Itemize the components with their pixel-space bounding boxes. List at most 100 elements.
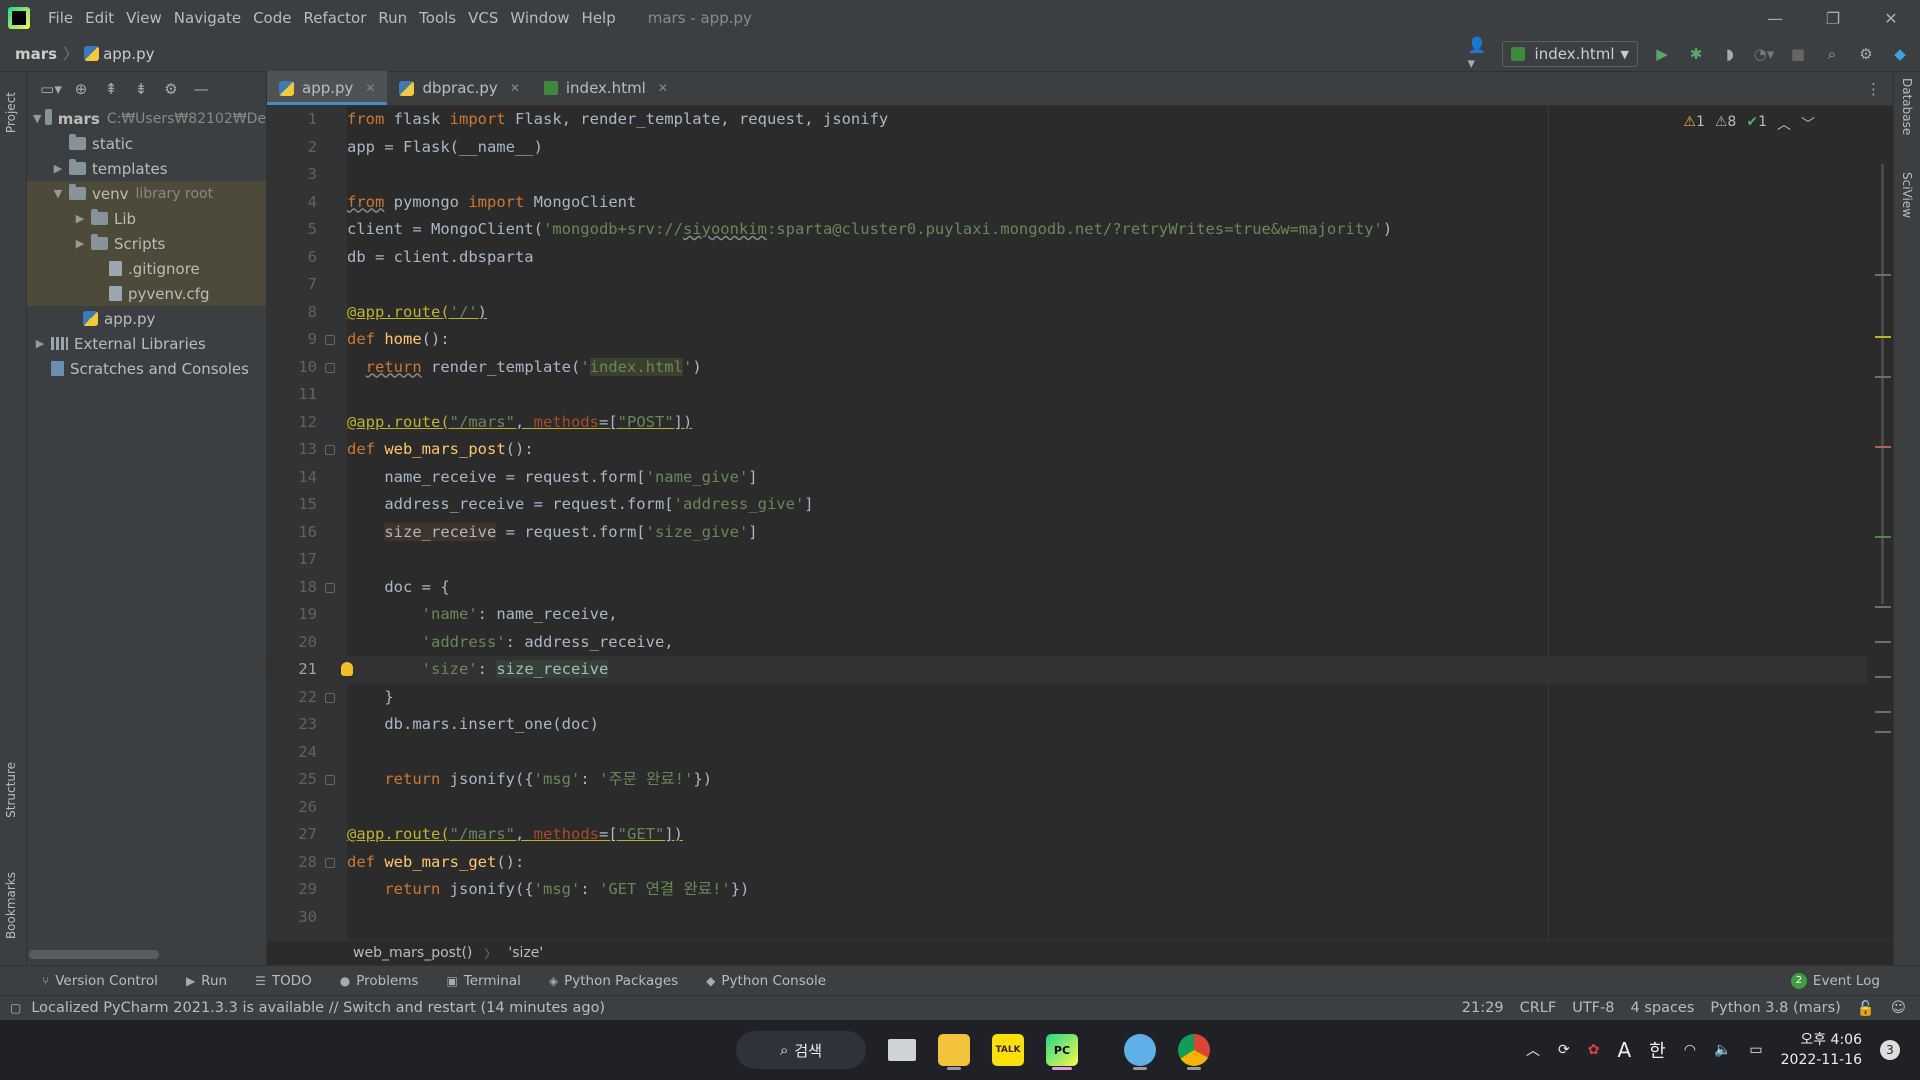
indent-setting[interactable]: 4 spaces: [1630, 1000, 1694, 1016]
user-icon[interactable]: 👤▾: [1468, 36, 1488, 72]
more-icon[interactable]: ⋮: [1866, 80, 1881, 98]
stripe-mark[interactable]: [1875, 536, 1891, 538]
kakaotalk-icon[interactable]: TALK: [992, 1034, 1024, 1066]
language-indicator[interactable]: 한: [1649, 1037, 1666, 1063]
chevron-down-icon[interactable]: ▼: [51, 187, 65, 200]
menu-view[interactable]: View: [120, 9, 168, 27]
menu-navigate[interactable]: Navigate: [168, 9, 247, 27]
project-tool-tab[interactable]: Project: [4, 92, 18, 133]
pycharm-taskbar-icon[interactable]: PC: [1046, 1034, 1078, 1070]
stripe-mark[interactable]: [1875, 641, 1891, 643]
stripe-mark[interactable]: [1875, 731, 1891, 733]
run-config-select[interactable]: index.html ▼: [1501, 41, 1638, 67]
menu-tools[interactable]: Tools: [413, 9, 462, 27]
chevron-up-icon[interactable]: ︿: [1526, 1040, 1540, 1060]
breadcrumb-file[interactable]: app.py: [103, 45, 154, 63]
clock[interactable]: 오후 4:06 2022-11-16: [1781, 1030, 1862, 1070]
stripe-mark[interactable]: [1875, 376, 1891, 378]
tree-item-app[interactable]: app.py: [27, 306, 266, 331]
menu-code[interactable]: Code: [247, 9, 297, 27]
debug-icon[interactable]: ✱: [1686, 44, 1706, 64]
tree-item-external-libraries[interactable]: ▶ External Libraries: [27, 331, 266, 356]
todo-button[interactable]: ☰ TODO: [255, 973, 312, 989]
breadcrumb-key[interactable]: 'size': [508, 945, 543, 961]
tab-index-html[interactable]: index.html ✕: [532, 71, 680, 105]
database-tool-tab[interactable]: Database: [1900, 78, 1914, 135]
stripe-mark[interactable]: [1875, 446, 1891, 448]
caret-position[interactable]: 21:29: [1462, 1000, 1504, 1016]
tree-item-root[interactable]: ▼ mars C:₩Users₩82102₩De: [27, 106, 266, 131]
fold-icon[interactable]: [325, 583, 335, 593]
sync-icon[interactable]: ⟳: [1558, 1042, 1570, 1058]
tree-item-pyvenv[interactable]: pyvenv.cfg: [27, 281, 266, 306]
stripe-mark[interactable]: [1875, 606, 1891, 608]
menu-edit[interactable]: Edit: [79, 9, 120, 27]
view-mode-icon[interactable]: ▭▾: [40, 79, 62, 99]
menu-refactor[interactable]: Refactor: [297, 9, 372, 27]
tree-item-static[interactable]: static: [27, 131, 266, 156]
paint-app-icon[interactable]: [1124, 1034, 1156, 1070]
task-view-icon[interactable]: [888, 1039, 916, 1061]
inspector-icon[interactable]: ☺: [1891, 1000, 1906, 1016]
battery-icon[interactable]: ▭: [1749, 1042, 1762, 1058]
close-icon[interactable]: ✕: [365, 81, 375, 95]
code-area[interactable]: ⚠1 ⚠8 ✔1 ︿ ﹀ 1 from flask import Flask, r…: [267, 106, 1893, 940]
restore-icon[interactable]: ❐: [1804, 0, 1862, 36]
jetbrains-toolbox-icon[interactable]: ◆: [1890, 44, 1910, 64]
chevron-down-icon[interactable]: ▼: [33, 112, 41, 125]
menu-file[interactable]: File: [42, 9, 79, 27]
coverage-icon[interactable]: ◗: [1720, 44, 1740, 64]
tree-item-scratches[interactable]: Scratches and Consoles: [27, 356, 266, 381]
close-icon[interactable]: ✕: [510, 81, 520, 95]
breadcrumb-function[interactable]: web_mars_post(): [353, 945, 472, 961]
gear-icon[interactable]: ⚙: [1856, 44, 1876, 64]
file-encoding[interactable]: UTF-8: [1572, 1000, 1614, 1016]
tree-item-gitignore[interactable]: .gitignore: [27, 256, 266, 281]
notification-badge[interactable]: 3: [1880, 1040, 1900, 1060]
tree-item-venv[interactable]: ▼ venv library root: [27, 181, 266, 206]
fold-icon[interactable]: [325, 775, 335, 785]
pycharm-logo-icon[interactable]: [8, 7, 30, 29]
windows-start-icon[interactable]: [686, 1036, 714, 1064]
breadcrumb-project[interactable]: mars: [15, 45, 57, 63]
sciview-tool-tab[interactable]: SciView: [1900, 172, 1914, 218]
fold-icon[interactable]: [325, 335, 335, 345]
horizontal-scrollbar[interactable]: [29, 950, 159, 959]
stripe-mark[interactable]: [1875, 274, 1891, 276]
stripe-mark[interactable]: [1875, 676, 1891, 678]
tab-dbprac-py[interactable]: dbprac.py ✕: [387, 71, 531, 105]
chevron-right-icon[interactable]: ▶: [73, 212, 87, 225]
file-explorer-icon[interactable]: [938, 1034, 970, 1070]
menu-help[interactable]: Help: [576, 9, 622, 27]
tree-item-scripts[interactable]: ▶ Scripts: [27, 231, 266, 256]
problems-button[interactable]: ● Problems: [340, 973, 419, 989]
close-icon[interactable]: ✕: [658, 81, 668, 95]
menu-window[interactable]: Window: [504, 9, 575, 27]
wifi-icon[interactable]: ◠: [1684, 1042, 1696, 1058]
chevron-right-icon[interactable]: ▶: [33, 337, 47, 350]
status-message[interactable]: Localized PyCharm 2021.3.3 is available …: [31, 1000, 605, 1016]
line-separator[interactable]: CRLF: [1520, 1000, 1557, 1016]
fold-icon[interactable]: [325, 445, 335, 455]
minimize-icon[interactable]: —: [1746, 0, 1804, 36]
python-console-button[interactable]: ◆ Python Console: [706, 973, 826, 989]
scrollbar-thumb[interactable]: [1881, 164, 1884, 604]
collapse-all-icon[interactable]: ⇟: [131, 79, 151, 99]
hide-icon[interactable]: —: [191, 79, 211, 99]
profile-icon[interactable]: ◔▾: [1754, 44, 1775, 64]
tab-app-py[interactable]: app.py ✕: [267, 71, 388, 105]
lightbulb-icon[interactable]: [341, 662, 353, 676]
run-button[interactable]: ▶ Run: [186, 973, 227, 989]
stripe-mark[interactable]: [1875, 336, 1891, 338]
terminal-button[interactable]: ▣ Terminal: [446, 973, 520, 989]
interpreter-selector[interactable]: Python 3.8 (mars): [1710, 1000, 1840, 1016]
stop-icon[interactable]: ■: [1788, 44, 1808, 64]
fold-icon[interactable]: [325, 693, 335, 703]
event-log-button[interactable]: 2 Event Log: [1790, 972, 1880, 989]
structure-tool-tab[interactable]: Structure: [4, 762, 18, 818]
gear-icon[interactable]: ⚙: [161, 79, 181, 99]
run-icon[interactable]: ▶: [1652, 44, 1672, 64]
menu-vcs[interactable]: VCS: [462, 9, 504, 27]
menu-run[interactable]: Run: [372, 9, 413, 27]
ime-mode[interactable]: A: [1617, 1038, 1631, 1062]
